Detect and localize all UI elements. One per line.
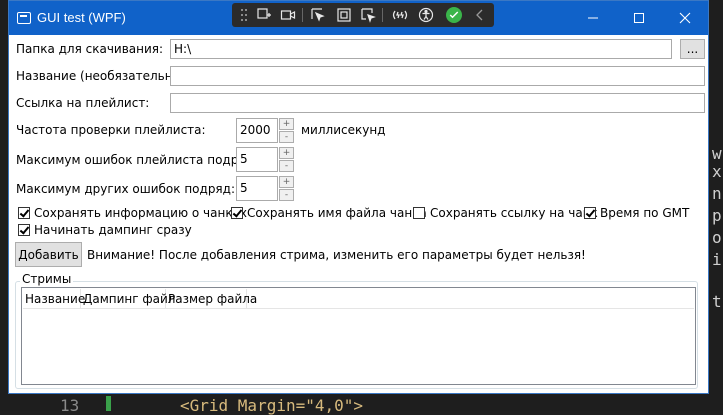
max-playlist-errors-decrement-button[interactable]: - xyxy=(279,160,294,172)
max-other-errors-increment-button[interactable]: + xyxy=(279,176,294,188)
change-gutter-marker xyxy=(106,396,111,411)
check-interval-stepper: 2000 + - xyxy=(236,118,295,143)
check-interval-increment-button[interactable]: + xyxy=(279,118,294,130)
download-folder-input[interactable] xyxy=(170,39,672,59)
column-header-dump-file[interactable]: Дампинг файл xyxy=(81,289,175,308)
column-header-file-size[interactable]: Размер файла xyxy=(166,289,257,308)
background-code-char: p xyxy=(712,206,722,225)
background-code-char: w xyxy=(712,144,722,163)
check-interval-label: Частота проверки плейлиста: xyxy=(16,123,206,137)
max-other-errors-stepper: 5 + - xyxy=(236,176,295,201)
display-layout-adorners-icon[interactable] xyxy=(334,6,354,24)
app-window-icon xyxy=(17,12,31,24)
download-folder-label: Папка для скачивания: xyxy=(16,42,164,56)
background-code-char: i xyxy=(712,250,722,269)
max-other-errors-label: Максимум других ошибок подряд: xyxy=(16,182,235,196)
start-dumping-label: Начинать дампинг сразу xyxy=(34,223,192,237)
check-interval-value[interactable]: 2000 xyxy=(236,118,278,143)
minimize-button[interactable] xyxy=(570,1,616,35)
playlist-url-label: Ссылка на плейлист: xyxy=(16,96,150,110)
max-playlist-errors-label: Максимум ошибок плейлиста подряд: xyxy=(16,153,258,167)
browse-button[interactable]: ... xyxy=(680,39,705,59)
save-chunk-url-label: Сохранять ссылку на чанк xyxy=(430,206,598,220)
background-editor-left xyxy=(0,0,8,411)
save-chunk-filename-label: Сохранять имя файла чанка xyxy=(247,206,427,220)
drag-handle-icon[interactable] xyxy=(234,6,254,24)
hot-reload-icon[interactable] xyxy=(390,6,410,24)
start-dumping-checkbox[interactable] xyxy=(18,224,30,236)
max-playlist-errors-increment-button[interactable]: + xyxy=(279,147,294,159)
track-focused-element-icon[interactable] xyxy=(358,6,378,24)
select-element-icon[interactable] xyxy=(308,6,328,24)
add-warning-text: Внимание! После добавления стрима, измен… xyxy=(87,248,586,262)
app-window: GUI test (WPF) Папка для скачивания: H:\… xyxy=(8,0,709,394)
record-video-icon[interactable] xyxy=(278,6,298,24)
window-title: GUI test (WPF) xyxy=(37,10,126,25)
collapse-toolbar-chevron-icon[interactable] xyxy=(470,6,490,24)
max-playlist-errors-stepper: 5 + - xyxy=(236,147,295,172)
binding-status-ok-icon[interactable] xyxy=(446,7,462,23)
background-code-char: t xyxy=(712,292,722,311)
minimize-icon xyxy=(588,17,598,19)
maximize-button[interactable] xyxy=(616,1,662,35)
xaml-debug-toolbar xyxy=(232,3,494,27)
save-chunk-info-checkbox[interactable] xyxy=(18,207,30,219)
save-chunk-filename-checkbox[interactable] xyxy=(231,207,243,219)
save-chunk-info-label: Сохранять информацию о чанках xyxy=(34,206,248,220)
close-button[interactable] xyxy=(662,1,708,35)
background-code-char: o xyxy=(712,228,722,247)
background-code-char: n xyxy=(712,184,722,203)
streams-list[interactable]: Название Дампинг файл Размер файла xyxy=(21,287,696,385)
title-bar[interactable]: GUI test (WPF) xyxy=(9,1,708,35)
background-code-line: <Grid Margin="4,0"> xyxy=(180,396,364,415)
name-input[interactable] xyxy=(170,66,705,86)
add-stream-button[interactable]: Добавить xyxy=(15,242,82,267)
maximize-icon xyxy=(634,13,644,23)
check-interval-unit: миллисекунд xyxy=(301,123,386,137)
line-number: 13 xyxy=(60,396,80,415)
streams-group-title: Стримы xyxy=(20,272,74,286)
background-code-char: x xyxy=(712,162,722,181)
check-interval-decrement-button[interactable]: - xyxy=(279,131,294,143)
max-other-errors-decrement-button[interactable]: - xyxy=(279,189,294,201)
max-playlist-errors-value[interactable]: 5 xyxy=(236,147,278,172)
gmt-time-checkbox[interactable] xyxy=(584,207,596,219)
save-chunk-url-checkbox[interactable] xyxy=(413,207,425,219)
close-icon xyxy=(679,12,691,24)
gmt-time-label: Время по GMT xyxy=(600,206,690,220)
max-other-errors-value[interactable]: 5 xyxy=(236,176,278,201)
accessibility-icon[interactable] xyxy=(416,6,436,24)
live-visual-tree-icon[interactable] xyxy=(254,6,274,24)
column-header-name[interactable]: Название xyxy=(23,289,85,308)
name-label: Название (необязательно): xyxy=(16,69,189,83)
playlist-url-input[interactable] xyxy=(170,93,705,113)
